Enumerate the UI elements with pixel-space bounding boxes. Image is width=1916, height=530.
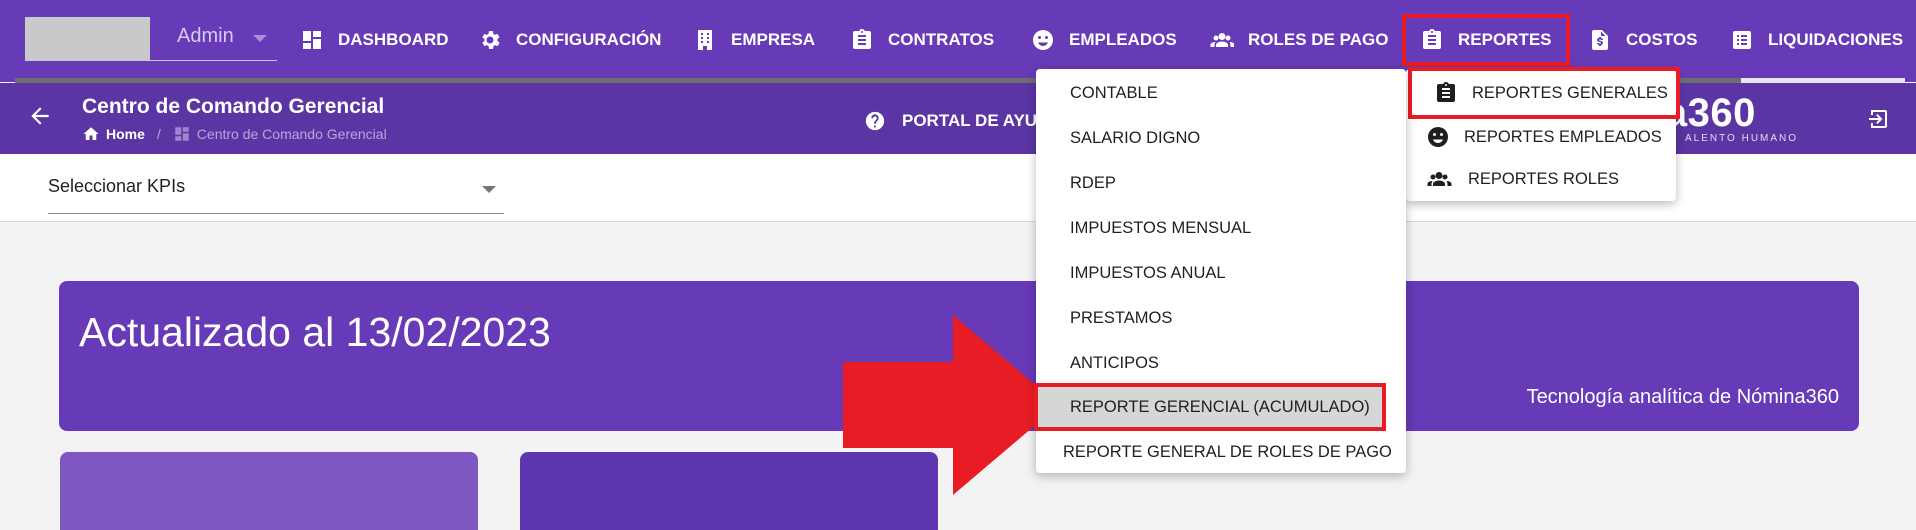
kpi-card [60,452,478,530]
portal-label: PORTAL DE AYUD [902,111,1050,130]
nav-label: CONTRATOS [888,30,995,49]
menu-item-anticipos[interactable]: ANTICIPOS [1036,341,1159,385]
breadcrumb-current: Centro de Comando Gerencial [173,125,387,143]
reportes-menu: REPORTES GENERALES REPORTES EMPLEADOS RE… [1406,67,1680,201]
invoice-icon [1592,30,1608,50]
help-icon [865,111,885,131]
nav-reportes[interactable]: REPORTES [1402,14,1570,66]
nav-roles-de-pago[interactable]: ROLES DE PAGO [1210,18,1388,62]
breadcrumb-current-label: Centro de Comando Gerencial [196,126,387,142]
nav-label: EMPLEADOS [1069,30,1177,49]
nav-dashboard[interactable]: DASHBOARD [300,18,449,62]
logout-button[interactable] [1866,107,1890,136]
page-title: Centro de Comando Gerencial [82,95,385,118]
nav-contratos[interactable]: CONTRATOS [850,18,994,62]
red-arrow-annotation [843,315,1059,495]
breadcrumb-separator: / [156,126,161,142]
face-icon [1428,127,1448,147]
menu-item-label: REPORTES ROLES [1468,169,1619,188]
nav-label: ROLES DE PAGO [1248,30,1389,49]
banner-subtitle: Tecnología analítica de Nómina360 [1526,386,1839,408]
nav-empresa[interactable]: EMPRESA [693,18,815,62]
portal-ayuda-link[interactable]: PORTAL DE AYUD [864,110,1049,132]
breadcrumb: Home / Centro de Comando Gerencial [82,125,387,143]
menu-item-reportes-generales[interactable]: REPORTES GENERALES [1408,67,1680,119]
nav-liquidaciones[interactable]: LIQUIDACIONES [1730,18,1903,62]
arrow-left-icon [31,107,49,125]
nav-empleados[interactable]: EMPLEADOS [1031,18,1177,62]
menu-item-rdep[interactable]: RDEP [1036,161,1116,205]
banner-title: Actualizado al 13/02/2023 [79,309,551,355]
brand-tagline: ALENTO HUMANO [1685,133,1799,144]
chevron-down-icon [253,35,267,42]
breadcrumb-home[interactable]: Home [106,126,145,142]
dashboard-icon [175,127,189,141]
back-button[interactable] [27,103,53,129]
menu-item-reporte-gerencial[interactable]: REPORTE GERENCIAL (ACUMULADO) [1034,383,1386,431]
gear-icon [482,31,500,49]
reportes-generales-submenu: CONTABLE SALARIO DIGNO RDEP IMPUESTOS ME… [1034,69,1406,474]
nav-label: LIQUIDACIONES [1768,30,1904,49]
building-icon [698,30,712,50]
logout-icon [1869,110,1887,128]
menu-item-contable[interactable]: CONTABLE [1036,71,1158,115]
home-icon [83,127,99,140]
nav-label: REPORTES [1458,30,1552,49]
clipboard-icon [1423,29,1441,49]
clipboard-icon [1437,82,1455,102]
nav-label: COSTOS [1626,30,1698,49]
clipboard-icon [853,29,871,49]
menu-item-impuestos-anual[interactable]: IMPUESTOS ANUAL [1036,251,1226,295]
menu-item-impuestos-mensual[interactable]: IMPUESTOS MENSUAL [1036,206,1251,250]
nav-label: EMPRESA [731,30,816,49]
people-icon [1427,172,1452,186]
nav-configuracion[interactable]: CONFIGURACIÓN [478,18,661,62]
dashboard-icon [303,31,321,49]
menu-item-reportes-roles[interactable]: REPORTES ROLES [1406,158,1619,200]
kpi-select[interactable]: Seleccionar KPIs [48,176,504,214]
kpi-select-label: Seleccionar KPIs [48,176,186,196]
nav-label: CONFIGURACIÓN [516,30,662,49]
menu-item-reportes-empleados[interactable]: REPORTES EMPLEADOS [1406,116,1662,158]
list-icon [1733,31,1751,49]
user-name: Admin [177,25,234,47]
avatar [25,17,150,61]
menu-item-label: REPORTES GENERALES [1472,83,1668,102]
menu-item-reporte-general-roles[interactable]: REPORTE GENERAL DE ROLES DE PAGO [1036,430,1392,474]
nav-label: DASHBOARD [338,30,449,49]
menu-item-salario-digno[interactable]: SALARIO DIGNO [1036,116,1200,160]
menu-item-prestamos[interactable]: PRESTAMOS [1036,296,1172,340]
menu-item-label: REPORTES EMPLEADOS [1464,127,1662,146]
nav-costos[interactable]: COSTOS [1588,18,1697,62]
user-selector[interactable]: Admin [25,17,277,61]
chevron-down-icon [482,186,496,193]
face-icon [1033,30,1053,50]
people-icon [1210,33,1234,47]
